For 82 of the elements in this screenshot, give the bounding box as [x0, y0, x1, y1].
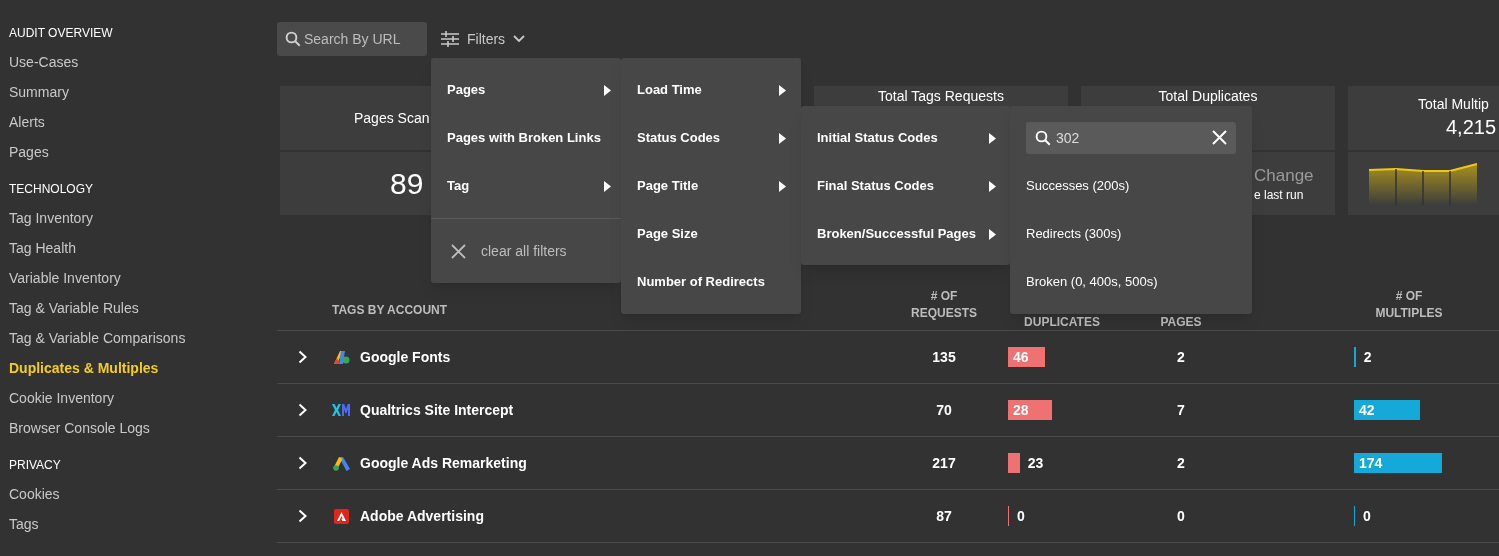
nav-item[interactable]: Tag & Variable Comparisons [9, 323, 277, 353]
bar: 174 [1354, 453, 1443, 473]
logo-icon [333, 508, 349, 524]
search-icon [1034, 129, 1052, 147]
table-cell-text: 87 [935, 506, 953, 526]
menu-item[interactable]: Number of Redirects [637, 258, 786, 306]
change-note: e last run [1254, 186, 1305, 203]
chevron-right-icon[interactable] [298, 403, 307, 417]
bar-value: 0 [1363, 507, 1371, 526]
nav-item[interactable]: Cookies [9, 479, 277, 509]
table-cell-text: 7 [1176, 400, 1186, 420]
search-field[interactable]: 302 [1026, 122, 1236, 154]
nav-item[interactable]: Use-Cases [9, 47, 277, 77]
bar: 42 [1354, 400, 1420, 420]
card-title: Total Duplicates [1158, 88, 1258, 105]
card-value: 4,215 [1445, 115, 1497, 140]
menu-item[interactable]: Initial Status Codes [817, 114, 996, 162]
bar: 46 [1008, 347, 1046, 367]
bar-value: 23 [1027, 454, 1044, 473]
nav-item[interactable]: Pages [9, 137, 277, 167]
column-header: # OF REQUESTS [910, 288, 978, 322]
column-header: # OF MULTIPLES [1374, 288, 1444, 322]
bar-value: 0 [1017, 507, 1025, 526]
nav-item[interactable]: Browser Console Logs [9, 413, 277, 443]
logo-icon [332, 404, 350, 416]
column-header: PAGES [1159, 316, 1203, 329]
tag-name: Adobe Advertising [360, 506, 484, 526]
nav-item[interactable]: Tag Health [9, 233, 277, 263]
card-value: 89 [390, 166, 424, 202]
table-cell-text: 70 [935, 400, 953, 420]
card-title: Total Tags Requests [878, 88, 1004, 105]
section-heading: AUDIT OVERVIEW [9, 25, 114, 41]
menu-item[interactable]: Pages with Broken Links [447, 114, 611, 162]
bar-value: 2 [1363, 348, 1372, 367]
tag-name: Qualtrics Site Intercept [360, 400, 514, 420]
tag-name: Google Ads Remarketing [360, 453, 527, 473]
card-title: Pages Scan [354, 108, 430, 128]
menu-item[interactable]: Final Status Codes [817, 162, 996, 210]
section-heading: PRIVACY [9, 457, 62, 473]
table-cell-text: 135 [931, 347, 957, 367]
nav-item[interactable]: Tag Inventory [9, 203, 277, 233]
chevron-right-icon[interactable] [298, 509, 307, 523]
logo-icon [332, 455, 350, 471]
table-cell-text: 2 [1176, 453, 1186, 473]
table-cell-text: 0 [1176, 506, 1186, 526]
tag-name: Google Fonts [360, 347, 451, 367]
chevron-down-icon [513, 35, 526, 43]
nav-item[interactable]: Summary [9, 77, 277, 107]
table-cell-text: 217 [931, 453, 957, 473]
nav-item[interactable]: Cookie Inventory [9, 383, 277, 413]
card-title: Total Multip [1418, 95, 1489, 114]
nav-item[interactable]: Alerts [9, 107, 277, 137]
menu-item[interactable]: Tag [447, 162, 611, 210]
section-heading: TECHNOLOGY [9, 181, 94, 197]
column-header: DUPLICATES [1023, 316, 1101, 329]
filters-button[interactable]: Filters [440, 28, 527, 50]
column-header: TAGS BY ACCOUNT [331, 302, 449, 319]
search-field[interactable]: Search By URL [277, 22, 427, 56]
clear-filters-link[interactable]: clear all filters [481, 240, 567, 262]
menu-item[interactable]: Broken (0, 400s, 500s) [1026, 258, 1236, 306]
sliders-icon [441, 31, 459, 47]
menu-item[interactable]: Load Time [637, 66, 786, 114]
menu-item[interactable]: Pages [447, 66, 611, 114]
bar: 28 [1008, 400, 1052, 420]
bar [1008, 453, 1020, 473]
search-icon [284, 30, 302, 48]
chevron-right-icon[interactable] [298, 456, 307, 470]
chevron-right-icon[interactable] [298, 350, 307, 364]
nav-item[interactable]: Tag & Variable Rules [9, 293, 277, 323]
nav-item[interactable]: Tags [9, 509, 277, 539]
menu-item[interactable]: Page Title [637, 162, 786, 210]
nav-item[interactable]: Variable Inventory [9, 263, 277, 293]
nav-item[interactable]: Duplicates & Multiples [9, 353, 277, 383]
menu-item[interactable]: Redirects (300s) [1026, 210, 1236, 258]
table-cell-text: 2 [1176, 347, 1186, 367]
menu-item[interactable]: Successes (200s) [1026, 162, 1236, 210]
close-icon[interactable] [451, 243, 466, 259]
menu-item[interactable]: Status Codes [637, 114, 786, 162]
menu-item[interactable]: Broken/Successful Pages [817, 210, 996, 258]
logo-icon [332, 349, 350, 365]
menu-item[interactable]: Page Size [637, 210, 786, 258]
change-label: Change [1254, 164, 1315, 187]
